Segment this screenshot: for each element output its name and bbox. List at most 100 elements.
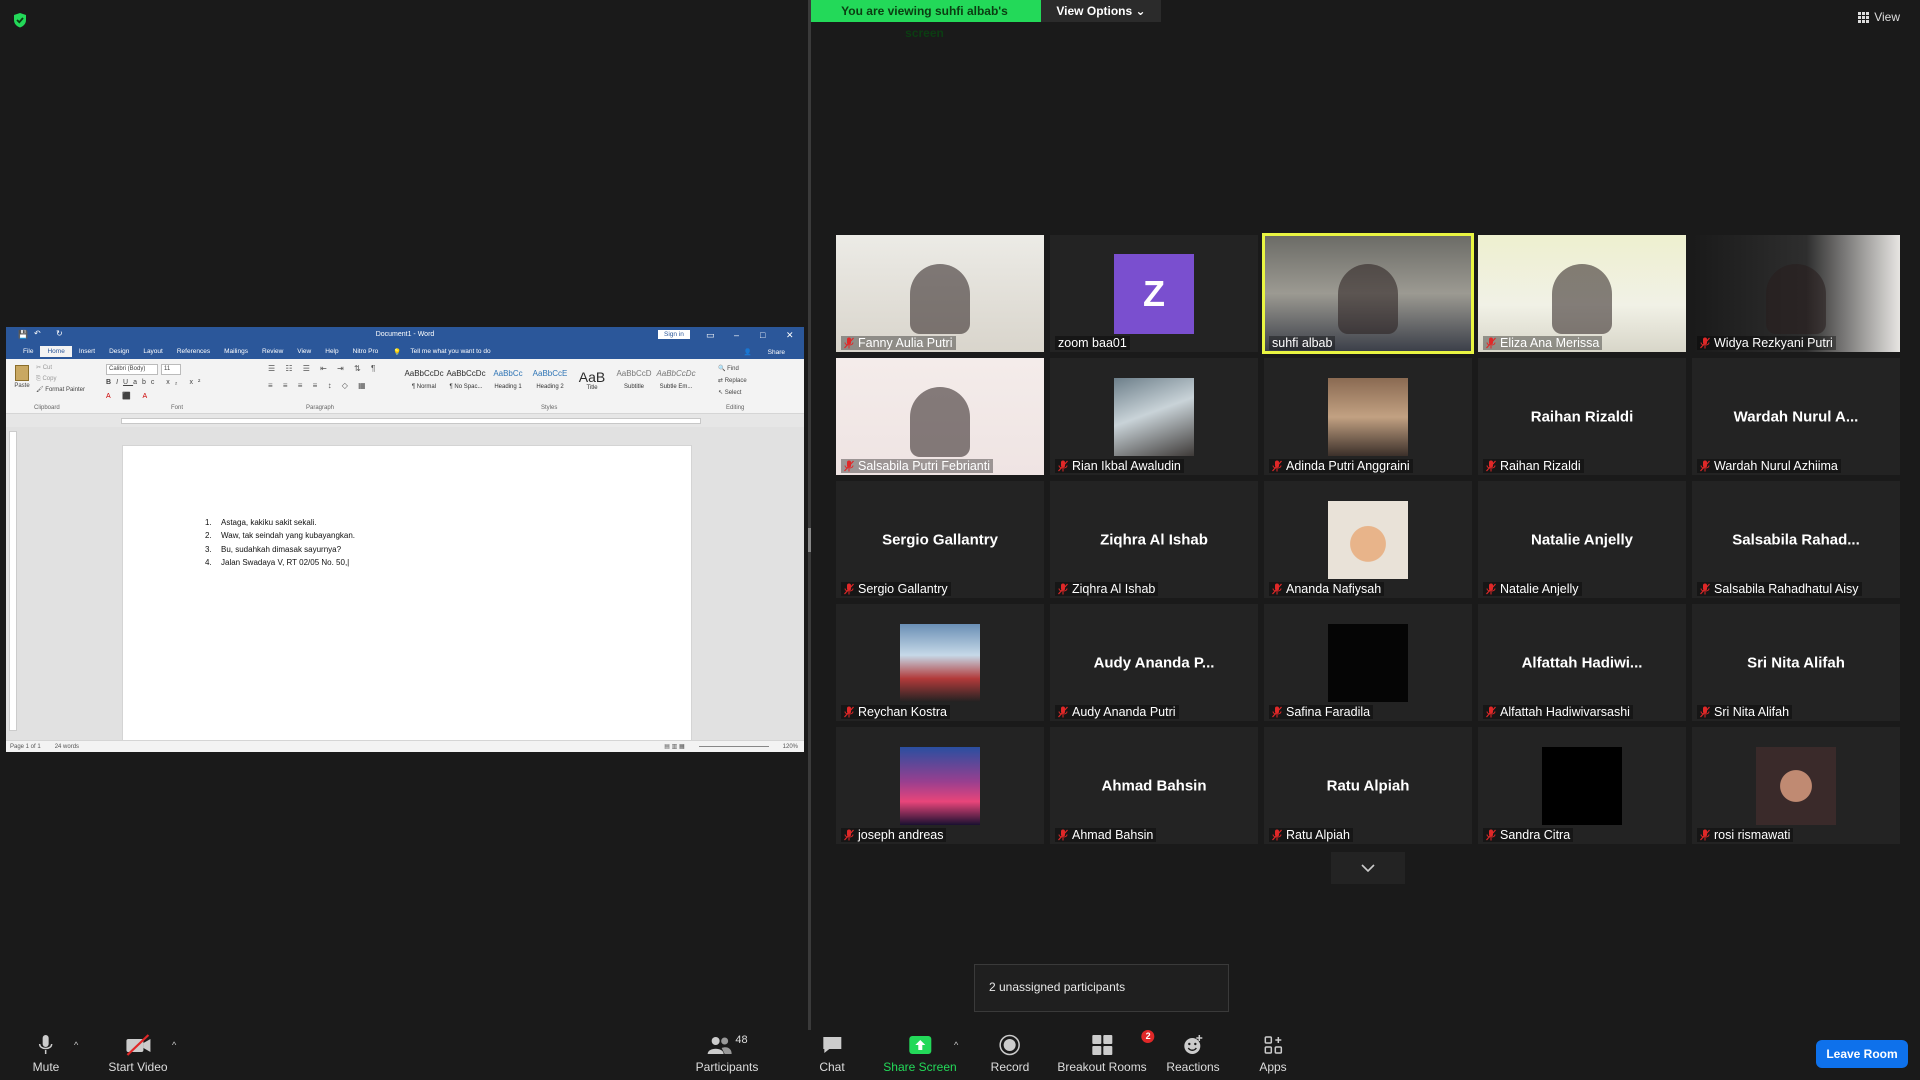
font-format-buttons[interactable]: BIUabc x₂ x² xyxy=(106,379,205,386)
tab-insert[interactable]: Insert xyxy=(72,346,102,357)
participant-tile[interactable]: Ahmad Bahsin Ahmad Bahsin xyxy=(1050,727,1258,844)
horizontal-ruler[interactable] xyxy=(6,414,804,427)
participant-name-label: rosi rismawati xyxy=(1697,828,1794,842)
document-page[interactable]: 1. Astaga, kakiku sakit sekali. 2. Waw, ta… xyxy=(122,445,692,745)
minimize-icon[interactable]: – xyxy=(734,330,739,340)
participant-tile[interactable]: Salsabila Rahad... Salsabila Rahadhatul A… xyxy=(1692,481,1900,598)
sign-in-button[interactable]: Sign in xyxy=(658,330,690,339)
participants-button[interactable]: 48 Participants xyxy=(696,1034,759,1074)
participant-tile[interactable]: Ziqhra Al Ishab Ziqhra Al Ishab xyxy=(1050,481,1258,598)
zoom-level[interactable]: 120% xyxy=(783,744,804,750)
breakout-rooms-button[interactable]: 2 Breakout Rooms xyxy=(1057,1030,1155,1074)
share-options-caret[interactable]: ^ xyxy=(954,1040,958,1050)
split-divider[interactable] xyxy=(808,0,811,1030)
style-title[interactable]: AaB Title xyxy=(572,369,612,399)
chevron-down-icon xyxy=(1361,864,1375,872)
select-button[interactable]: ↖ Select xyxy=(718,387,747,399)
share-screen-button[interactable]: Share Screen xyxy=(883,1034,957,1074)
record-button[interactable]: Record xyxy=(991,1034,1029,1074)
view-options-button[interactable]: View Options ⌄ xyxy=(1041,0,1161,22)
style-heading-2[interactable]: AaBbCcE Heading 2 xyxy=(530,369,570,399)
style-heading-1[interactable]: AaBbCc Heading 1 xyxy=(488,369,528,399)
tell-me-search[interactable]: Tell me what you want to do xyxy=(403,346,497,357)
participant-tile[interactable]: Sri Nita Alifah Sri Nita Alifah xyxy=(1692,604,1900,721)
breakout-rooms-icon xyxy=(1092,1035,1112,1055)
participant-tile[interactable]: rosi rismawati xyxy=(1692,727,1900,844)
style-subtitle[interactable]: AaBbCcD Subtitle xyxy=(614,369,654,399)
participant-tile[interactable]: Ratu Alpiah Ratu Alpiah xyxy=(1264,727,1472,844)
word-count[interactable]: 24 words xyxy=(55,744,79,750)
tab-view[interactable]: View xyxy=(290,346,318,357)
apps-button[interactable]: Apps xyxy=(1259,1034,1287,1074)
next-page-button[interactable] xyxy=(1331,852,1405,884)
tab-nitro-pro[interactable]: Nitro Pro xyxy=(346,346,386,357)
reactions-button[interactable]: Reactions xyxy=(1166,1034,1220,1074)
security-shield-icon[interactable] xyxy=(12,12,28,28)
style-normal[interactable]: AaBbCcDc ¶ Normal xyxy=(404,369,444,399)
align-buttons[interactable]: ≡ ≡ ≡ ≡ ↕ ◇ ▦ xyxy=(268,381,370,390)
participant-tile[interactable]: Sergio Gallantry Sergio Gallantry xyxy=(836,481,1044,598)
video-options-caret[interactable]: ^ xyxy=(172,1040,176,1050)
close-icon[interactable]: ✕ xyxy=(786,330,794,341)
participant-tile[interactable]: Salsabila Putri Febrianti xyxy=(836,358,1044,475)
maximize-icon[interactable]: □ xyxy=(760,330,765,340)
leave-room-button[interactable]: Leave Room xyxy=(1816,1040,1908,1068)
tab-review[interactable]: Review xyxy=(255,346,290,357)
participant-tile[interactable]: suhfi albab xyxy=(1262,233,1474,354)
share-button[interactable]: 👤 Share xyxy=(730,346,804,358)
tab-design[interactable]: Design xyxy=(102,346,136,357)
start-video-button[interactable]: Start Video xyxy=(108,1034,168,1074)
divider-grip[interactable] xyxy=(808,528,811,552)
format-painter-button[interactable]: 🖌 Format Painter xyxy=(36,385,85,396)
ribbon-display-icon[interactable]: ▭ xyxy=(706,330,715,341)
muted-mic-icon xyxy=(1058,706,1068,718)
avatar: Z xyxy=(1114,253,1194,334)
tab-layout[interactable]: Layout xyxy=(136,346,170,357)
tab-mailings[interactable]: Mailings xyxy=(217,346,255,357)
font-size-select[interactable]: 11 xyxy=(161,364,181,375)
participant-tile[interactable]: Alfattah Hadiwi... Alfattah Hadiwivarsash… xyxy=(1478,604,1686,721)
word-status-bar: Page 1 of 1 24 words ▤ ▥ ▦ 120% xyxy=(6,740,804,752)
tab-file[interactable]: File xyxy=(16,346,40,357)
participant-tile[interactable]: Zzoom baa01 xyxy=(1050,235,1258,352)
font-name-select[interactable]: Calibri (Body) xyxy=(106,364,158,375)
participant-tile[interactable]: joseph andreas xyxy=(836,727,1044,844)
tab-help[interactable]: Help xyxy=(318,346,345,357)
participant-tile[interactable]: Adinda Putri Anggraini xyxy=(1264,358,1472,475)
unassigned-participants-tooltip[interactable]: 2 unassigned participants xyxy=(974,964,1229,1012)
style-no-spacing[interactable]: AaBbCcDc ¶ No Spac... xyxy=(446,369,486,399)
participant-tile[interactable]: Rian Ikbal Awaludin xyxy=(1050,358,1258,475)
tab-home[interactable]: Home xyxy=(40,346,72,357)
mute-button[interactable]: Mute xyxy=(33,1034,59,1074)
view-button[interactable]: View xyxy=(1858,10,1900,24)
participant-name: Widya Rezkyani Putri xyxy=(1714,336,1833,350)
view-mode-icons[interactable]: ▤ ▥ ▦ xyxy=(664,743,684,750)
zoom-slider[interactable] xyxy=(698,746,769,747)
participant-tile[interactable]: Widya Rezkyani Putri xyxy=(1692,235,1900,352)
participant-name: Natalie Anjelly xyxy=(1500,582,1579,596)
participant-tile[interactable]: Ananda Nafiysah xyxy=(1264,481,1472,598)
style-subtle-emphasis[interactable]: AaBbCcDc Subtle Em... xyxy=(656,369,696,399)
list-buttons[interactable]: ☰ ☷ ☰ ⇤ ⇥ ⇅ ¶ xyxy=(268,364,379,373)
find-button[interactable]: 🔍 Find xyxy=(718,363,747,375)
tab-references[interactable]: References xyxy=(170,346,217,357)
participant-tile[interactable]: Fanny Aulia Putri xyxy=(836,235,1044,352)
font-color-buttons[interactable]: A ⬛ A xyxy=(106,392,152,400)
shared-word-window[interactable]: 💾 ↶ ↻ Document1 - Word Sign in ▭ – □ ✕ F… xyxy=(6,327,804,752)
cut-button[interactable]: ✂ Cut xyxy=(36,363,85,374)
participant-tile[interactable]: Eliza Ana Merissa xyxy=(1478,235,1686,352)
audio-options-caret[interactable]: ^ xyxy=(74,1040,78,1050)
participant-tile[interactable]: Natalie Anjelly Natalie Anjelly xyxy=(1478,481,1686,598)
participant-tile[interactable]: Wardah Nurul A... Wardah Nurul Azhiima xyxy=(1692,358,1900,475)
participant-tile[interactable]: Sandra Citra xyxy=(1478,727,1686,844)
copy-button[interactable]: ⎘ Copy xyxy=(36,374,85,385)
replace-button[interactable]: ⇄ Replace xyxy=(718,375,747,387)
participant-name-label: Ananda Nafiysah xyxy=(1269,582,1385,596)
participant-tile[interactable]: Reychan Kostra xyxy=(836,604,1044,721)
chat-button[interactable]: Chat xyxy=(819,1034,845,1074)
paste-button[interactable]: Paste xyxy=(12,365,32,395)
participant-tile[interactable]: Raihan Rizaldi Raihan Rizaldi xyxy=(1478,358,1686,475)
participant-name-label: Salsabila Putri Febrianti xyxy=(841,459,994,473)
participant-tile[interactable]: Audy Ananda P... Audy Ananda Putri xyxy=(1050,604,1258,721)
participant-tile[interactable]: Safina Faradila xyxy=(1264,604,1472,721)
